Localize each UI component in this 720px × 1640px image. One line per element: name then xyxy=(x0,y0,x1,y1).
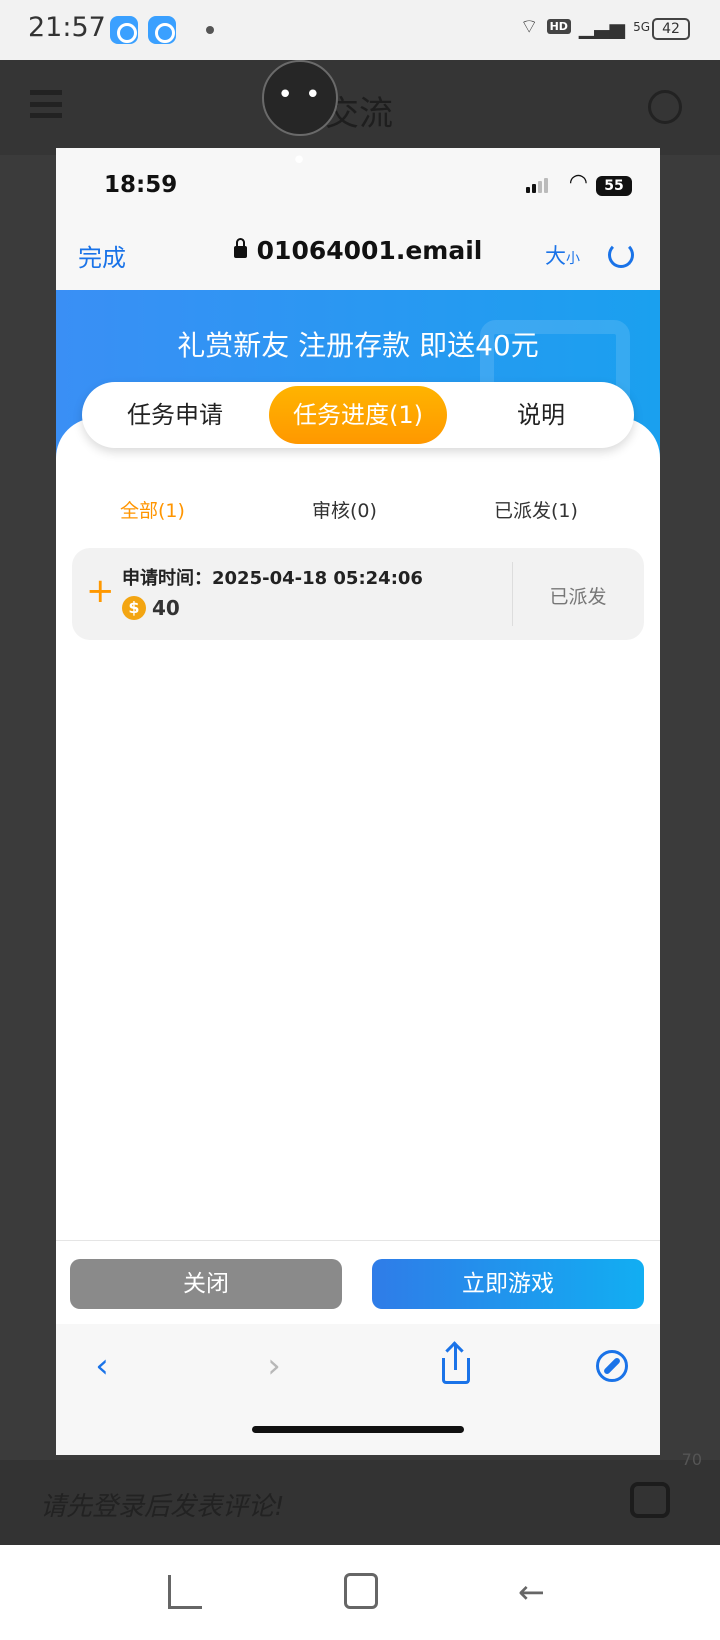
ios-status-bar: 18:59 ◠ 55 xyxy=(56,148,660,220)
tab-instructions[interactable]: 说明 xyxy=(452,386,630,444)
record-status: 已派发 xyxy=(549,586,607,608)
cellular-signal-icon xyxy=(526,178,548,193)
hd-badge: HD xyxy=(546,19,571,34)
tab-task-progress[interactable]: 任务进度(1) xyxy=(269,386,447,444)
subtab-review[interactable]: 审核(0) xyxy=(312,496,377,523)
text-size-button[interactable]: 大小 xyxy=(545,240,580,270)
android-nav-bar: ← xyxy=(0,1545,720,1640)
back-icon[interactable]: ‹ xyxy=(80,1344,124,1388)
app-notification-icon xyxy=(110,16,138,44)
record-item[interactable]: + 申请时间：2025-04-18 05:24:06 $ 40 已派发 xyxy=(72,548,644,640)
user-icon xyxy=(648,90,682,124)
network-type: 5G xyxy=(633,19,650,34)
subtab-dispatched[interactable]: 已派发(1) xyxy=(494,496,578,523)
wifi-icon: ◠ xyxy=(568,170,588,195)
lock-icon xyxy=(233,238,247,258)
compass-icon[interactable] xyxy=(590,1344,634,1388)
banner-title: 礼赏新友 注册存款 即送40元 xyxy=(177,329,539,362)
subtab-all[interactable]: 全部(1) xyxy=(120,496,185,523)
action-bar: 关闭 立即游戏 xyxy=(56,1240,660,1324)
app-notification-icon xyxy=(148,16,176,44)
phone-screenshot: 18:59 ◠ 55 完成 01064001.email 大小 礼赏新友 注册存… xyxy=(56,148,660,1455)
android-clock: 21:57 xyxy=(28,12,106,43)
size-big-label: 大 xyxy=(545,244,566,268)
comment-icon xyxy=(630,1482,670,1518)
wifi-icon: ⌔ xyxy=(519,14,539,38)
size-small-label: 小 xyxy=(566,251,580,267)
system-icons: ⌔ HD ▁▃▅ 5G xyxy=(520,14,650,39)
comment-placeholder: 请先登录后发表评论! xyxy=(40,1492,285,1522)
url-text: 01064001.email xyxy=(256,236,483,265)
coin-icon: $ xyxy=(122,596,146,620)
signal-icon: ▁▃▅ xyxy=(578,14,626,39)
home-indicator xyxy=(252,1426,464,1433)
close-button[interactable]: 关闭 xyxy=(70,1259,342,1309)
more-options-button[interactable]: • • • xyxy=(262,60,338,176)
plus-icon[interactable]: + xyxy=(86,574,115,608)
tab-task-apply[interactable]: 任务申请 xyxy=(86,386,264,444)
home-icon[interactable] xyxy=(344,1573,378,1609)
comment-count: 70 xyxy=(681,1450,702,1469)
comment-bar: 请先登录后发表评论! 70 xyxy=(0,1450,720,1545)
record-apply-time: 申请时间：2025-04-18 05:24:06 xyxy=(122,568,423,589)
back-nav-icon[interactable]: ← xyxy=(518,1573,545,1611)
battery-icon: 55 xyxy=(596,176,632,196)
task-tabs: 任务申请 任务进度(1) 说明 xyxy=(82,382,634,448)
ios-clock: 18:59 xyxy=(104,172,178,198)
reload-icon[interactable] xyxy=(608,242,634,268)
forward-icon[interactable]: › xyxy=(252,1344,296,1388)
more-notifications-dot xyxy=(206,26,214,34)
background-header: 交流 xyxy=(0,60,720,155)
browser-bar: 完成 01064001.email 大小 xyxy=(56,220,660,290)
share-icon[interactable] xyxy=(434,1344,478,1388)
battery-icon: 42 xyxy=(652,18,690,40)
play-now-button[interactable]: 立即游戏 xyxy=(372,1259,644,1309)
task-panel: 任务申请 任务进度(1) 说明 全部(1) 审核(0) 已派发(1) + 申请时… xyxy=(56,382,660,1238)
android-status-bar: 21:57 ⌔ HD ▁▃▅ 5G 42 xyxy=(0,0,720,60)
menu-icon xyxy=(30,90,62,118)
browser-toolbar: ‹ › xyxy=(56,1324,660,1455)
recent-apps-icon[interactable] xyxy=(168,1575,202,1609)
record-amount: 40 xyxy=(152,596,180,620)
